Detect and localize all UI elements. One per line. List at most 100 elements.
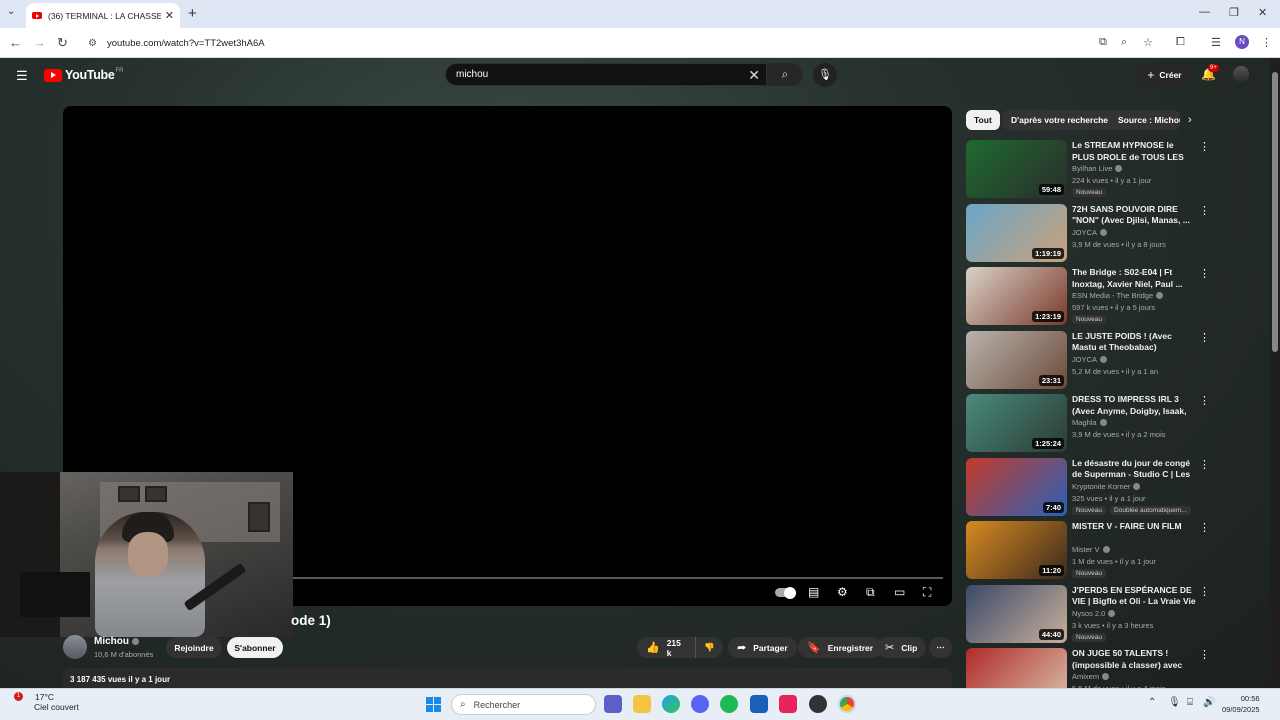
recommendation-channel[interactable]: Nysos 2.0: [1072, 609, 1116, 618]
more-options-icon[interactable]: ⋮: [1199, 140, 1210, 153]
recommendation-card[interactable]: 1:19:19 72H SANS POUVOIR DIRE "NON" (Avec…: [966, 203, 1211, 264]
recommendation-card[interactable]: 11:20 MISTER V - FAIRE UN FILM Mister V 1 M…: [966, 521, 1211, 581]
recommendation-channel[interactable]: Mister V: [1072, 545, 1110, 554]
search-button[interactable]: ⌕: [767, 63, 803, 86]
edge-icon[interactable]: [662, 695, 680, 713]
recommendation-card[interactable]: 59:48 Le STREAM HYPNOSE le PLUS DROLE de …: [966, 140, 1211, 200]
url-field[interactable]: ⚙ youtube.com/watch?v=TT2wet3hA6A: [78, 32, 1078, 54]
share-button[interactable]: ➦ Partager: [728, 637, 797, 658]
back-icon[interactable]: ←: [9, 35, 22, 50]
tab-search-icon[interactable]: ⌄: [7, 6, 15, 17]
install-app-icon[interactable]: ⧉: [1099, 36, 1107, 49]
more-options-icon[interactable]: ⋮: [1199, 331, 1210, 344]
capcut-icon[interactable]: [779, 695, 797, 713]
chip-based-on-search[interactable]: D'après votre recherche: [1003, 110, 1116, 130]
recommendation-channel[interactable]: Byilhan Live: [1072, 164, 1123, 173]
theater-mode-icon[interactable]: ▭: [894, 585, 905, 599]
more-options-icon[interactable]: ⋮: [1199, 585, 1210, 598]
more-options-icon[interactable]: ⋮: [1199, 267, 1210, 280]
site-info-icon[interactable]: ⚙: [88, 38, 97, 49]
zoom-icon[interactable]: ⌕: [1121, 36, 1127, 49]
reload-icon[interactable]: ↻: [57, 35, 68, 51]
recommendation-card[interactable]: 1:25:24 DRESS TO IMPRESS IRL 3 (Avec Anym…: [966, 394, 1211, 454]
recommendation-card[interactable]: 23:31 LE JUSTE POIDS ! (Avec Mastu et The…: [966, 330, 1211, 391]
recommendation-title[interactable]: MISTER V - FAIRE UN FILM: [1072, 521, 1197, 533]
subtitles-icon[interactable]: ▤: [808, 585, 819, 599]
browser-profile-avatar[interactable]: N: [1235, 35, 1249, 49]
chip-all[interactable]: Tout: [966, 110, 1000, 130]
recommendation-channel[interactable]: Amixem: [1072, 672, 1110, 681]
more-options-icon[interactable]: ⋮: [1199, 394, 1210, 407]
minimize-icon[interactable]: —: [1199, 6, 1210, 18]
recommendation-channel[interactable]: Maghla: [1072, 418, 1107, 427]
extensions-icon[interactable]: ⧠: [1176, 36, 1185, 49]
recommendation-title[interactable]: J'PERDS EN ESPÉRANCE DE VIE | Bigflo et …: [1072, 585, 1197, 608]
system-clock[interactable]: 00:56 09/09/2025: [1222, 693, 1260, 715]
recommendation-thumbnail[interactable]: 59:48: [966, 140, 1067, 198]
create-button[interactable]: + Créer: [1137, 64, 1192, 85]
recommendation-title[interactable]: ON JUGE 50 TALENTS ! (impossible à class…: [1072, 648, 1197, 671]
taskbar-search[interactable]: ⌕ Rechercher: [451, 694, 596, 715]
fullscreen-icon[interactable]: ⛶: [923, 585, 931, 600]
search-input[interactable]: michou ✕: [445, 63, 767, 86]
more-options-icon[interactable]: ⋮: [1199, 648, 1210, 661]
dislike-button[interactable]: 👎: [696, 642, 723, 653]
volume-icon[interactable]: 🔊: [1203, 697, 1215, 708]
more-actions-button[interactable]: ⋯: [929, 637, 952, 658]
progress-bar[interactable]: [293, 577, 943, 579]
notifications-button[interactable]: 🔔 9+: [1201, 64, 1219, 81]
account-avatar[interactable]: [1233, 66, 1249, 82]
new-tab-icon[interactable]: +: [188, 5, 197, 22]
recommendation-thumbnail[interactable]: 23:31: [966, 330, 1067, 389]
menu-icon[interactable]: ☰: [16, 68, 28, 84]
more-options-icon[interactable]: ⋮: [1199, 204, 1210, 217]
close-window-icon[interactable]: ✕: [1258, 6, 1267, 19]
windows-start-icon[interactable]: [426, 697, 441, 712]
recommendation-card[interactable]: 1:23:19 The Bridge : S02-E04 | Ft Inoxtag…: [966, 267, 1211, 327]
store-icon[interactable]: [750, 695, 768, 713]
close-tab-icon[interactable]: ✕: [165, 9, 174, 22]
recommendation-thumbnail[interactable]: 44:40: [966, 584, 1067, 643]
recommendation-title[interactable]: 72H SANS POUVOIR DIRE "NON" (Avec Djilsi…: [1072, 204, 1197, 227]
recommendation-thumbnail[interactable]: 1:23:19: [966, 267, 1067, 325]
weather-widget[interactable]: 1 17°C Ciel couvert: [14, 692, 79, 712]
autoplay-toggle[interactable]: [775, 586, 796, 599]
recommendation-channel[interactable]: ESN Media - The Bridge: [1072, 291, 1164, 300]
recommendation-thumbnail[interactable]: 11:20: [966, 521, 1067, 579]
browser-tab[interactable]: (36) TERMINAL : LA CHASSE À L ✕: [26, 3, 180, 28]
recommendation-thumbnail[interactable]: 1:25:24: [966, 394, 1067, 452]
recommendation-title[interactable]: Le STREAM HYPNOSE le PLUS DROLE de TOUS …: [1072, 140, 1197, 163]
recommendation-card[interactable]: 7:40 Le désastre du jour de congé de Supe…: [966, 457, 1211, 518]
more-options-icon[interactable]: ⋮: [1199, 458, 1210, 471]
voice-search-button[interactable]: 🎙: [813, 63, 837, 87]
microphone-tray-icon[interactable]: 🎙: [1168, 697, 1181, 708]
join-button[interactable]: Rejoindre: [166, 637, 222, 658]
forward-icon[interactable]: →: [33, 35, 46, 50]
channel-avatar[interactable]: [63, 635, 87, 659]
clip-button[interactable]: ✂ Clip: [876, 637, 927, 658]
youtube-logo[interactable]: YouTube FR: [44, 68, 124, 82]
discord-icon[interactable]: [691, 695, 709, 713]
tray-chevron-icon[interactable]: ⌃: [1148, 697, 1156, 708]
page-scrollbar[interactable]: [1270, 58, 1280, 688]
clear-search-icon[interactable]: ✕: [748, 67, 760, 84]
more-options-icon[interactable]: ⋮: [1199, 521, 1210, 534]
recommendation-title[interactable]: LE JUSTE POIDS ! (Avec Mastu et Theobaba…: [1072, 331, 1197, 354]
spotify-icon[interactable]: [720, 695, 738, 713]
recommendation-title[interactable]: Le désastre du jour de congé de Superman…: [1072, 458, 1197, 481]
chevron-right-icon[interactable]: ›: [1188, 114, 1192, 126]
recommendation-title[interactable]: The Bridge : S02-E04 | Ft Inoxtag, Xavie…: [1072, 267, 1197, 290]
file-explorer-icon[interactable]: [633, 695, 651, 713]
obs-icon[interactable]: [809, 695, 827, 713]
teams-icon[interactable]: [604, 695, 622, 713]
reading-list-icon[interactable]: ☰: [1211, 36, 1221, 49]
maximize-icon[interactable]: ❐: [1229, 6, 1239, 19]
recommendation-channel[interactable]: Kryptonite Korner: [1072, 482, 1141, 491]
recommendation-card[interactable]: 44:40 J'PERDS EN ESPÉRANCE DE VIE | Bigfl…: [966, 584, 1211, 645]
recommendation-thumbnail[interactable]: 7:40: [966, 457, 1067, 516]
channel-name[interactable]: Michou: [94, 636, 139, 647]
recommendation-channel[interactable]: JOYCA: [1072, 355, 1108, 364]
bookmark-star-icon[interactable]: ☆: [1143, 36, 1153, 49]
like-button[interactable]: 👍 215 k: [637, 637, 697, 658]
recommendation-channel[interactable]: JOYCA: [1072, 228, 1108, 237]
